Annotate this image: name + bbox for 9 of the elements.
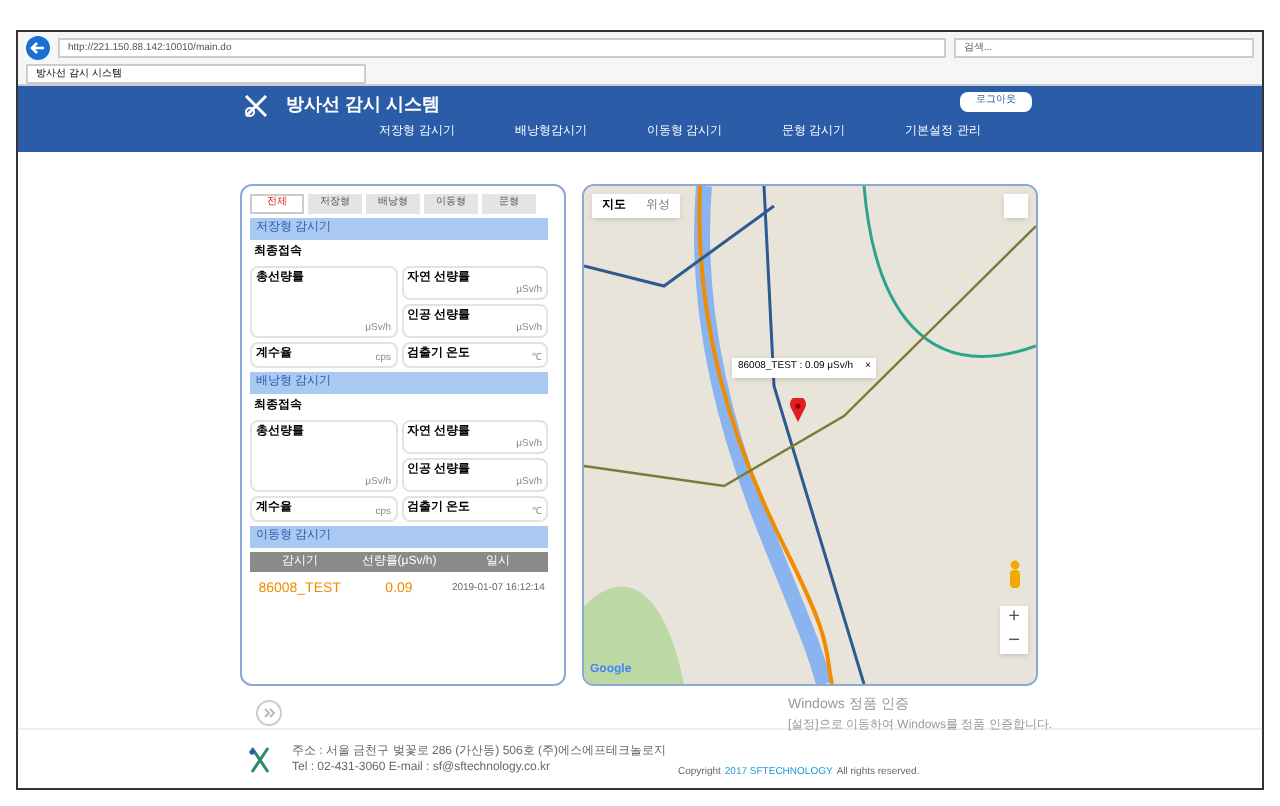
zoom-in-button[interactable]: + — [1000, 606, 1028, 630]
logo-icon — [242, 91, 270, 119]
map-marker-icon — [790, 398, 806, 422]
play-icon[interactable] — [256, 700, 282, 726]
back-button-icon[interactable] — [26, 35, 50, 59]
zoom-out-button[interactable]: − — [1000, 630, 1028, 654]
footer-logo-icon — [248, 745, 272, 773]
street-view-pegman-icon[interactable] — [1006, 560, 1024, 588]
site-title: 방사선 감시 시스템 — [286, 91, 441, 118]
